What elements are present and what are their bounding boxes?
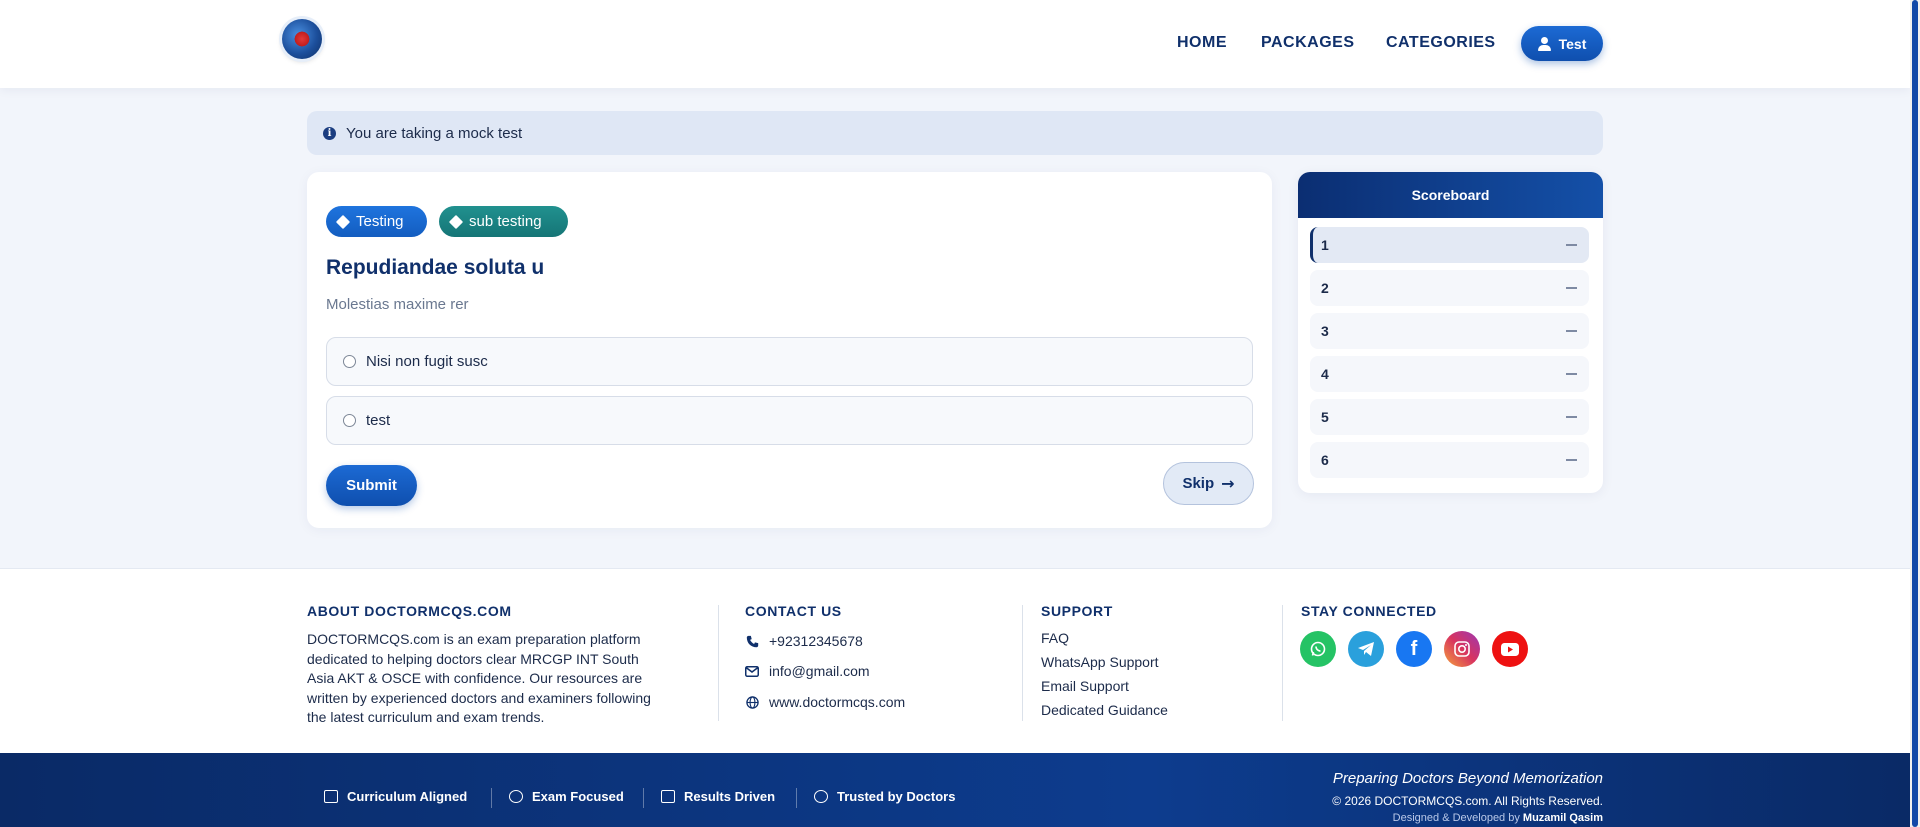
scoreboard-item[interactable]: 2	[1310, 270, 1589, 306]
globe-icon	[745, 695, 759, 709]
feature-trusted: Trusted by Doctors	[814, 789, 955, 804]
instagram-icon[interactable]	[1444, 631, 1480, 667]
telegram-icon[interactable]	[1348, 631, 1384, 667]
feature-exam: Exam Focused	[509, 789, 624, 804]
site-logo[interactable]	[282, 19, 322, 59]
user-account-label: Test	[1558, 35, 1587, 52]
radio-button[interactable]	[343, 355, 356, 368]
answer-option[interactable]: Nisi non fugit susc	[326, 337, 1253, 386]
contact-email[interactable]: info@gmail.com	[745, 663, 870, 679]
scoreboard-panel: Scoreboard 1 2 3 4 5 6	[1298, 172, 1603, 493]
site-footer: ABOUT DOCTORMCQS.COM DOCTORMCQS.com is a…	[0, 568, 1910, 753]
footer-divider	[1282, 605, 1283, 721]
feature-separator	[796, 788, 797, 808]
email-address: info@gmail.com	[769, 663, 870, 679]
info-icon: i	[323, 126, 336, 140]
radio-button[interactable]	[343, 414, 356, 427]
feature-separator	[643, 788, 644, 808]
question-number: 1	[1321, 237, 1329, 253]
about-heading: ABOUT DOCTORMCQS.COM	[307, 603, 512, 619]
scoreboard-item[interactable]: 6	[1310, 442, 1589, 478]
unanswered-dash-icon	[1566, 287, 1577, 289]
copyright-text: © 2026 DOCTORMCQS.com. All Rights Reserv…	[1332, 794, 1603, 808]
scoreboard-item[interactable]: 5	[1310, 399, 1589, 435]
category-tag: Testing	[326, 206, 427, 237]
contact-phone[interactable]: +92312345678	[745, 633, 863, 649]
answer-option[interactable]: test	[326, 396, 1253, 445]
diamond-icon	[448, 214, 464, 229]
subcategory-tag: sub testing	[439, 206, 568, 237]
target-icon	[509, 790, 523, 803]
user-account-button[interactable]: Test	[1521, 26, 1603, 61]
question-subtitle: Molestias maxime rer	[326, 296, 469, 313]
support-heading: SUPPORT	[1041, 603, 1113, 619]
unanswered-dash-icon	[1566, 244, 1577, 246]
scoreboard-title: Scoreboard	[1298, 172, 1603, 218]
arrow-right-icon: →	[1221, 474, 1235, 493]
nav-categories-link[interactable]: CATEGORIES	[1386, 34, 1496, 52]
support-link-whatsapp[interactable]: WhatsApp Support	[1041, 654, 1159, 670]
question-number: 2	[1321, 280, 1329, 296]
feature-separator	[491, 788, 492, 808]
alert-text: You are taking a mock test	[346, 124, 523, 142]
question-card: Testing sub testing Repudiandae soluta u…	[307, 172, 1272, 528]
feature-label: Results Driven	[684, 789, 776, 804]
diamond-icon	[335, 214, 351, 229]
answer-option-label: Nisi non fugit susc	[366, 353, 488, 370]
chart-icon	[661, 790, 675, 803]
social-heading: STAY CONNECTED	[1301, 603, 1437, 619]
nav-packages-link[interactable]: PACKAGES	[1261, 34, 1355, 52]
contact-heading: CONTACT US	[745, 603, 842, 619]
mock-test-alert: i You are taking a mock test	[307, 111, 1603, 155]
developer-name[interactable]: Muzamil Qasim	[1523, 812, 1603, 824]
tagline: Preparing Doctors Beyond Memorization	[1332, 770, 1603, 787]
question-title: Repudiandae soluta u	[326, 256, 545, 279]
question-number: 5	[1321, 409, 1329, 425]
phone-number: +92312345678	[769, 633, 863, 649]
support-link-email[interactable]: Email Support	[1041, 678, 1129, 694]
unanswered-dash-icon	[1566, 330, 1577, 332]
support-link-guidance[interactable]: Dedicated Guidance	[1041, 702, 1168, 718]
developer-credit: Designed & Developed by Muzamil Qasim	[1393, 812, 1603, 824]
feature-label: Exam Focused	[532, 789, 624, 804]
phone-icon	[745, 634, 759, 648]
envelope-icon	[745, 664, 759, 678]
footer-divider	[1022, 605, 1023, 721]
submit-button[interactable]: Submit	[326, 465, 417, 506]
scoreboard-item[interactable]: 1	[1310, 227, 1589, 263]
website-url: www.doctormcqs.com	[769, 694, 906, 710]
user-icon	[1537, 36, 1551, 51]
unanswered-dash-icon	[1566, 416, 1577, 418]
subcategory-tag-label: sub testing	[469, 213, 542, 230]
scoreboard-item[interactable]: 4	[1310, 356, 1589, 392]
scoreboard-item[interactable]: 3	[1310, 313, 1589, 349]
about-text: DOCTORMCQS.com is an exam preparation pl…	[307, 631, 651, 725]
unanswered-dash-icon	[1566, 373, 1577, 375]
skip-label: Skip	[1182, 475, 1215, 492]
category-tag-label: Testing	[356, 213, 404, 230]
feature-results: Results Driven	[661, 789, 775, 804]
scrollbar-thumb[interactable]	[1912, 0, 1918, 827]
skip-button[interactable]: Skip →	[1163, 462, 1254, 505]
top-navbar: HOME PACKAGES CATEGORIES Test	[0, 0, 1910, 88]
facebook-icon[interactable]: f	[1396, 631, 1432, 667]
support-link-faq[interactable]: FAQ	[1041, 630, 1069, 646]
youtube-icon[interactable]	[1492, 631, 1528, 667]
bottom-bar: Curriculum Aligned Exam Focused Results …	[0, 753, 1910, 827]
nav-home-link[interactable]: HOME	[1177, 34, 1227, 52]
unanswered-dash-icon	[1566, 459, 1577, 461]
question-number: 3	[1321, 323, 1329, 339]
credit-prefix: Designed & Developed by	[1392, 812, 1520, 824]
answer-option-label: test	[366, 412, 391, 429]
feature-label: Curriculum Aligned	[347, 789, 468, 804]
contact-website[interactable]: www.doctormcqs.com	[745, 694, 905, 710]
feature-curriculum: Curriculum Aligned	[324, 789, 467, 804]
question-number: 6	[1321, 452, 1329, 468]
list-icon	[324, 790, 338, 803]
feature-label: Trusted by Doctors	[837, 789, 956, 804]
doctor-icon	[814, 790, 828, 803]
footer-divider	[718, 605, 719, 721]
whatsapp-icon[interactable]	[1300, 631, 1336, 667]
question-number: 4	[1321, 366, 1329, 382]
